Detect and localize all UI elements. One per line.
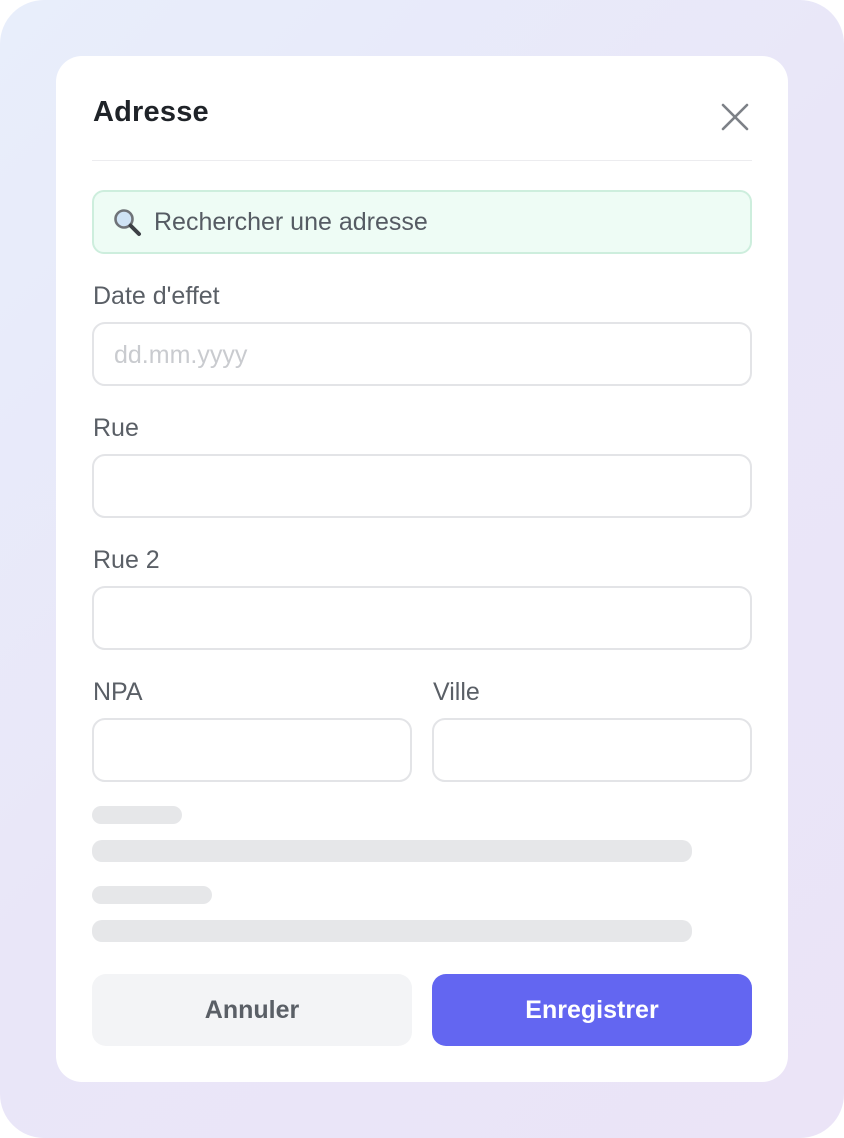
zip-field[interactable] xyxy=(92,718,412,782)
effective-date-input[interactable] xyxy=(112,324,732,386)
address-dialog: Adresse Date d'effet Rue Rue 2 xyxy=(56,56,788,1082)
street2-field[interactable] xyxy=(92,586,752,650)
zip-label: NPA xyxy=(93,678,143,706)
street-label: Rue xyxy=(93,414,139,442)
skeleton-label-2 xyxy=(92,886,212,904)
search-input[interactable] xyxy=(152,206,736,238)
cancel-button[interactable]: Annuler xyxy=(92,974,412,1046)
save-button[interactable]: Enregistrer xyxy=(432,974,752,1046)
street-input[interactable] xyxy=(112,456,732,518)
street2-label: Rue 2 xyxy=(93,546,160,574)
header-divider xyxy=(92,160,752,161)
effective-date-field[interactable] xyxy=(92,322,752,386)
city-input[interactable] xyxy=(452,720,732,782)
address-search[interactable] xyxy=(92,190,752,254)
zip-input[interactable] xyxy=(112,720,392,782)
street-field[interactable] xyxy=(92,454,752,518)
close-icon[interactable] xyxy=(718,100,752,134)
skeleton-label-1 xyxy=(92,806,182,824)
effective-date-label: Date d'effet xyxy=(93,282,220,310)
city-field[interactable] xyxy=(432,718,752,782)
street2-input[interactable] xyxy=(112,588,732,650)
skeleton-field-1 xyxy=(92,840,692,862)
background-frame: Adresse Date d'effet Rue Rue 2 xyxy=(0,0,844,1138)
city-label: Ville xyxy=(433,678,480,706)
dialog-title: Adresse xyxy=(93,96,209,128)
skeleton-field-2 xyxy=(92,920,692,942)
search-icon xyxy=(112,207,142,237)
